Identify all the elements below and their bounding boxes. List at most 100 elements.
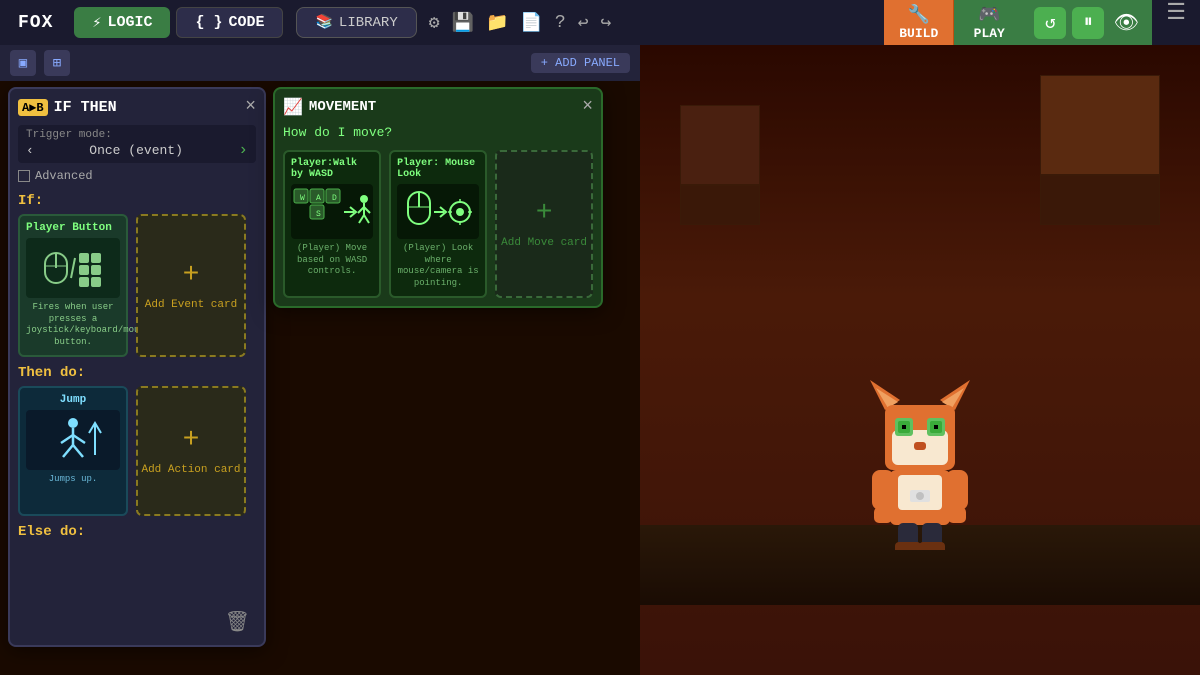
- mouse-look-card-icon: [397, 184, 479, 239]
- walk-card-title: Player:Walk by WASD: [291, 158, 373, 180]
- player-button-card[interactable]: Player Button: [18, 214, 128, 357]
- nav-logic-btn[interactable]: ⚡ LOGIC: [74, 7, 170, 38]
- app-logo: FOX: [0, 13, 71, 33]
- walk-card-icon: W A D S: [291, 184, 373, 239]
- viewport[interactable]: 1 ⬡ CREATE 2 ✛ MOVE 3 ↻ ROTATE 4 ⤢ SCALE…: [640, 45, 1200, 675]
- else-section-label: Else do:: [18, 524, 256, 540]
- movement-panel: 📈 MOVEMENT × How do I move? Player:Walk …: [273, 87, 603, 308]
- player-button-card-title: Player Button: [26, 222, 120, 234]
- then-section-label: Then do:: [18, 365, 256, 381]
- trigger-value-row[interactable]: ‹ Once (event) ›: [26, 141, 248, 159]
- bg-block-3: [1040, 75, 1160, 175]
- sub-toolbar: ▣ ⊞ + ADD PANEL: [0, 45, 640, 81]
- folder-icon[interactable]: 📁: [486, 12, 508, 34]
- ifthen-title: A▶B IF THEN: [18, 99, 117, 116]
- add-event-card[interactable]: + Add Event card: [136, 214, 246, 357]
- movement-title-text: MOVEMENT: [309, 99, 376, 115]
- topbar-icons: ⚙ 💾 📁 📄 ? ↩ ↪: [429, 12, 612, 34]
- jump-card-title: Jump: [26, 394, 120, 406]
- panel-icon-1[interactable]: ▣: [10, 50, 36, 76]
- jump-card-icon: [26, 410, 120, 470]
- svg-text:W: W: [300, 194, 305, 203]
- nav-code-btn[interactable]: { } CODE: [176, 7, 283, 38]
- movement-panel-header: 📈 MOVEMENT ×: [283, 97, 593, 117]
- svg-text:S: S: [316, 210, 321, 219]
- if-cards-row: Player Button: [18, 214, 256, 357]
- movement-close-btn[interactable]: ×: [582, 97, 593, 117]
- add-action-label: Add Action card: [141, 464, 240, 476]
- bg-block-2: [680, 185, 760, 225]
- refresh-btn[interactable]: ↺: [1034, 7, 1066, 39]
- ifthen-close-btn[interactable]: ×: [245, 97, 256, 117]
- fox-character: [860, 370, 980, 555]
- jump-card[interactable]: Jump Jumps up.: [18, 386, 128, 516]
- library-btn[interactable]: 📚 LIBRARY: [296, 7, 416, 38]
- advanced-label: Advanced: [35, 169, 93, 183]
- mouse-look-card-title: Player: Mouse Look: [397, 158, 479, 180]
- trigger-chevron-right[interactable]: ›: [238, 141, 248, 159]
- build-icon: 🔧: [908, 4, 930, 26]
- trigger-label: Trigger mode:: [26, 129, 248, 141]
- svg-text:D: D: [332, 194, 337, 203]
- trigger-mode-section: Trigger mode: ‹ Once (event) ›: [18, 125, 256, 163]
- panel-icon-2[interactable]: ⊞: [44, 50, 70, 76]
- add-action-card[interactable]: + Add Action card: [136, 386, 246, 516]
- movement-cards-row: Player:Walk by WASD W A D S: [283, 150, 593, 298]
- build-play-section: 🔧 BUILD 🎮 PLAY ↺ ⏸ 👁 ☰: [884, 0, 1200, 45]
- bg-block-4: [1040, 175, 1160, 225]
- add-event-label: Add Event card: [145, 299, 237, 311]
- play-label: PLAY: [974, 26, 1005, 41]
- add-move-label: Add Move card: [501, 237, 587, 249]
- ab-icon: A▶B: [18, 99, 48, 116]
- bg-block-1: [680, 105, 760, 185]
- jump-card-desc: Jumps up.: [26, 474, 120, 484]
- delete-icon[interactable]: 🗑: [225, 609, 250, 635]
- svg-text:A: A: [316, 194, 321, 203]
- advanced-checkbox[interactable]: [18, 170, 30, 182]
- mouse-look-card[interactable]: Player: Mouse Look: [389, 150, 487, 298]
- movement-icon: 📈: [283, 97, 303, 117]
- logic-nav-icon: ⚡: [92, 13, 101, 32]
- trigger-chevron-left[interactable]: ‹: [26, 143, 34, 158]
- logic-nav-label: LOGIC: [107, 14, 152, 31]
- add-file-icon[interactable]: 📄: [520, 12, 542, 34]
- save-icon[interactable]: 💾: [452, 12, 474, 34]
- play-icon: 🎮: [978, 4, 1000, 26]
- ifthen-title-text: IF THEN: [54, 99, 117, 116]
- player-button-card-icon: [26, 238, 120, 298]
- library-label: LIBRARY: [339, 15, 398, 31]
- if-section-label: If:: [18, 193, 256, 209]
- movement-question: How do I move?: [283, 125, 593, 140]
- action-btns: ↺ ⏸ 👁: [1024, 0, 1152, 45]
- settings-icon[interactable]: ⚙: [429, 12, 440, 34]
- play-btn[interactable]: 🎮 PLAY: [954, 0, 1024, 45]
- redo-icon[interactable]: ↪: [601, 12, 612, 34]
- main-area: A▶B IF THEN × Trigger mode: ‹ Once (even…: [0, 45, 1200, 675]
- movement-title: 📈 MOVEMENT: [283, 97, 376, 117]
- then-cards-row: Jump Jumps up.: [18, 386, 256, 516]
- player-button-card-desc: Fires when user presses a joystick/keybo…: [26, 302, 120, 349]
- build-label: BUILD: [899, 26, 938, 41]
- build-btn[interactable]: 🔧 BUILD: [884, 0, 954, 45]
- add-event-plus-icon: +: [183, 260, 200, 291]
- top-bar: FOX ⚡ LOGIC { } CODE 📚 LIBRARY ⚙ 💾 📁 📄 ?…: [0, 0, 1200, 45]
- add-move-card[interactable]: + Add Move card: [495, 150, 593, 298]
- hamburger-icon[interactable]: ☰: [1152, 0, 1200, 45]
- add-panel-btn[interactable]: + ADD PANEL: [531, 53, 630, 73]
- add-action-plus-icon: +: [183, 425, 200, 456]
- walk-card-desc: (Player) Move based on WASD controls.: [291, 243, 373, 278]
- ifthen-panel: A▶B IF THEN × Trigger mode: ‹ Once (even…: [8, 87, 266, 647]
- mouse-look-card-desc: (Player) Look where mouse/camera is poin…: [397, 243, 479, 290]
- code-nav-icon: { }: [195, 14, 222, 31]
- library-icon: 📚: [315, 14, 332, 31]
- code-nav-label: CODE: [228, 14, 264, 31]
- eye-btn[interactable]: 👁: [1110, 7, 1142, 39]
- advanced-checkbox-row[interactable]: Advanced: [18, 169, 256, 183]
- undo-icon[interactable]: ↩: [578, 12, 589, 34]
- pause-btn[interactable]: ⏸: [1072, 7, 1104, 39]
- add-move-plus-icon: +: [536, 198, 553, 229]
- walk-wasd-card[interactable]: Player:Walk by WASD W A D S: [283, 150, 381, 298]
- trigger-value-text: Once (event): [89, 143, 183, 158]
- help-icon[interactable]: ?: [555, 13, 566, 33]
- ifthen-panel-header: A▶B IF THEN ×: [18, 97, 256, 117]
